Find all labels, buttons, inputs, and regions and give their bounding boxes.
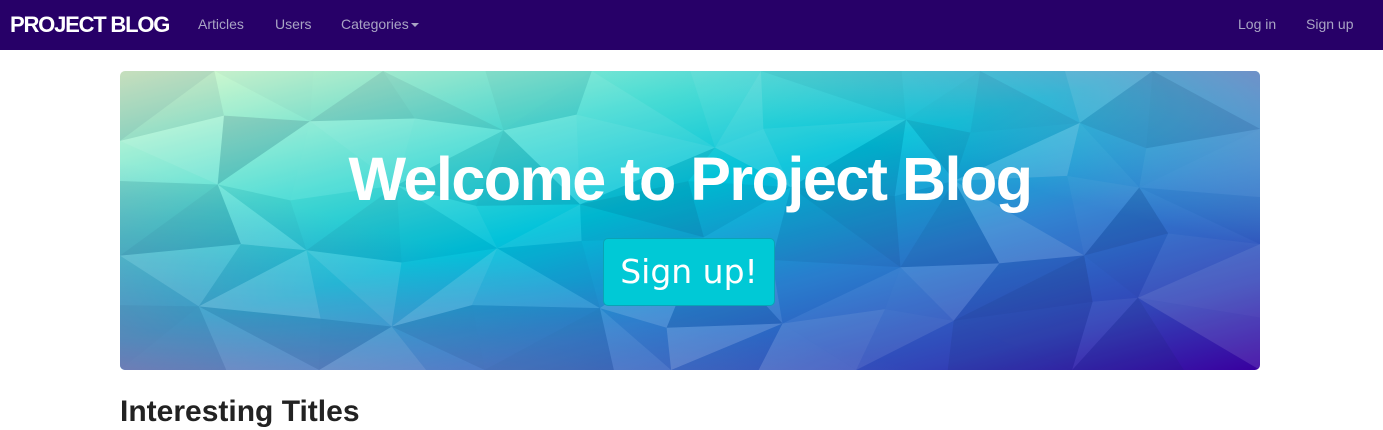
nav-dropdown-categories[interactable]: Categories (341, 15, 419, 33)
top-navbar: PROJECT BLOG Articles Users Categories L… (0, 0, 1383, 50)
section-title: Interesting Titles (120, 395, 360, 428)
nav-link-login[interactable]: Log in (1238, 15, 1276, 33)
hero-title: Welcome to Project Blog (348, 145, 1033, 213)
triangle-facets (120, 71, 1260, 370)
hero-jumbotron: Welcome to Project Blog Sign up! (120, 71, 1260, 370)
nav-link-articles[interactable]: Articles (198, 15, 244, 33)
nav-dropdown-categories-label: Categories (341, 16, 409, 32)
brand-logo-link[interactable]: PROJECT BLOG (10, 12, 170, 38)
nav-link-users[interactable]: Users (275, 15, 312, 33)
hero-signup-button[interactable]: Sign up! (603, 238, 775, 306)
caret-down-icon (410, 23, 419, 28)
hero-background-pattern (120, 71, 1260, 370)
nav-link-signup[interactable]: Sign up (1306, 15, 1353, 33)
